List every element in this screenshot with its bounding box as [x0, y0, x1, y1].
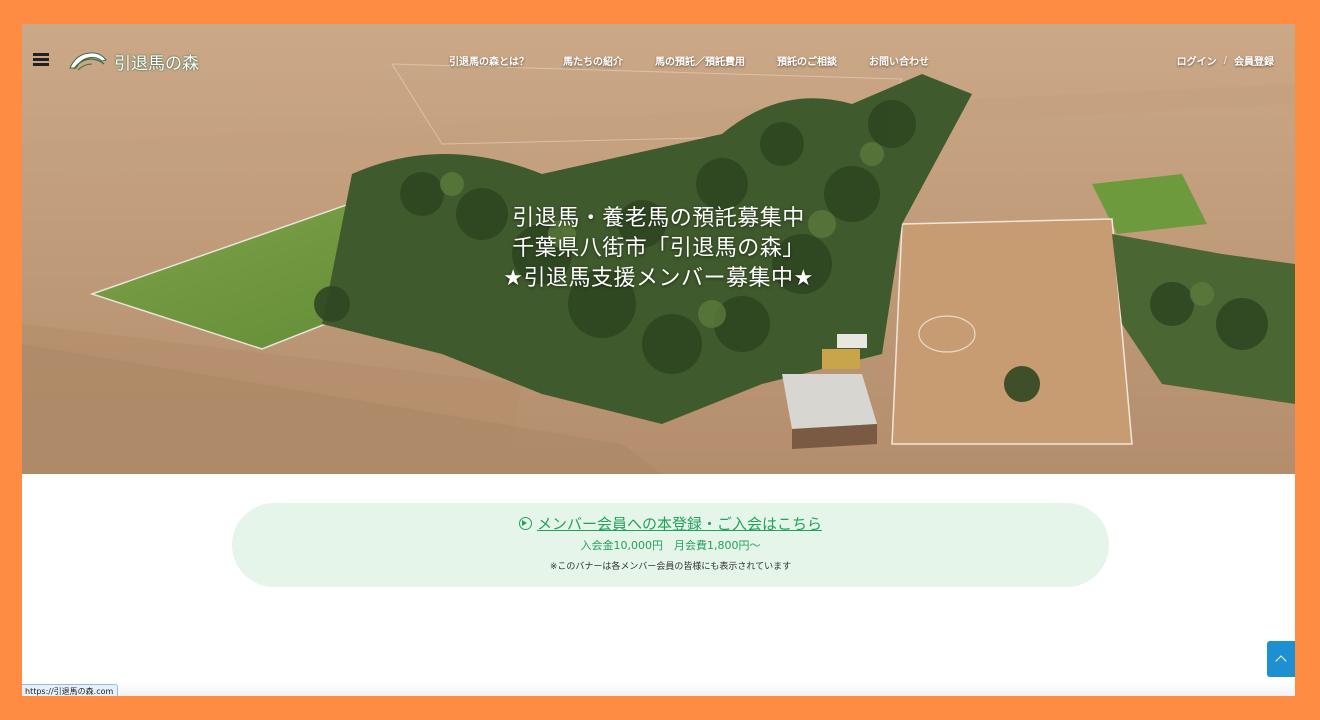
horse-logo-icon [69, 52, 107, 71]
nav-item-boarding-fees[interactable]: 馬の預託／預託費用 [655, 53, 745, 68]
nav-item-consultation[interactable]: 預託のご相談 [777, 53, 837, 68]
bottom-shade [22, 682, 1295, 696]
hero-title-line2: 千葉県八街市「引退馬の森」 [512, 236, 805, 261]
nav-item-contact[interactable]: お問い合わせ [869, 53, 929, 68]
membership-signup-text: メンバー会員への本登録・ご入会はこちら [536, 515, 822, 533]
membership-signup-link[interactable]: メンバー会員への本登録・ご入会はこちら [518, 513, 822, 534]
banner-note: ※このバナーは各メンバー会員の皆様にも表示されています [549, 562, 792, 572]
hero-title: 引退馬・養老馬の預託募集中 千葉県八街市「引退馬の森」 ★引退馬支援メンバー募集… [22, 204, 1295, 294]
main-nav: 引退馬の森とは？ 馬たちの紹介 馬の預託／預託費用 預託のご相談 お問い合わせ [449, 53, 929, 68]
membership-fee-text: 入会金10,000円 月会費1,800円〜 [580, 539, 761, 552]
scroll-to-top-button[interactable] [1267, 641, 1295, 677]
hero-title-line1: 引退馬・養老馬の預託募集中 [512, 206, 805, 231]
circle-arrow-right-icon [518, 517, 532, 530]
site-logo[interactable]: 引退馬の森 [68, 48, 199, 74]
nav-item-horses[interactable]: 馬たちの紹介 [563, 53, 623, 68]
chevron-up-icon [1275, 655, 1287, 667]
hamburger-menu-icon[interactable] [33, 53, 49, 66]
nav-item-about[interactable]: 引退馬の森とは？ [449, 53, 529, 68]
auth-separator: / [1223, 55, 1227, 66]
membership-banner: メンバー会員への本登録・ご入会はこちら 入会金10,000円 月会費1,800円… [232, 503, 1109, 587]
login-link[interactable]: ログイン [1177, 53, 1217, 68]
site-header: 引退馬の森 引退馬の森とは？ 馬たちの紹介 馬の預託／預託費用 預託のご相談 お… [22, 24, 1295, 96]
register-link[interactable]: 会員登録 [1234, 53, 1274, 68]
logo-text: 引退馬の森 [114, 53, 199, 74]
hero-title-line3: ★引退馬支援メンバー募集中★ [503, 266, 814, 291]
browser-viewport: 引退馬・養老馬の預託募集中 千葉県八街市「引退馬の森」 ★引退馬支援メンバー募集… [22, 24, 1295, 696]
auth-links: ログイン / 会員登録 [1177, 53, 1274, 68]
status-bar-url: https://引退馬の森.com [22, 684, 119, 696]
